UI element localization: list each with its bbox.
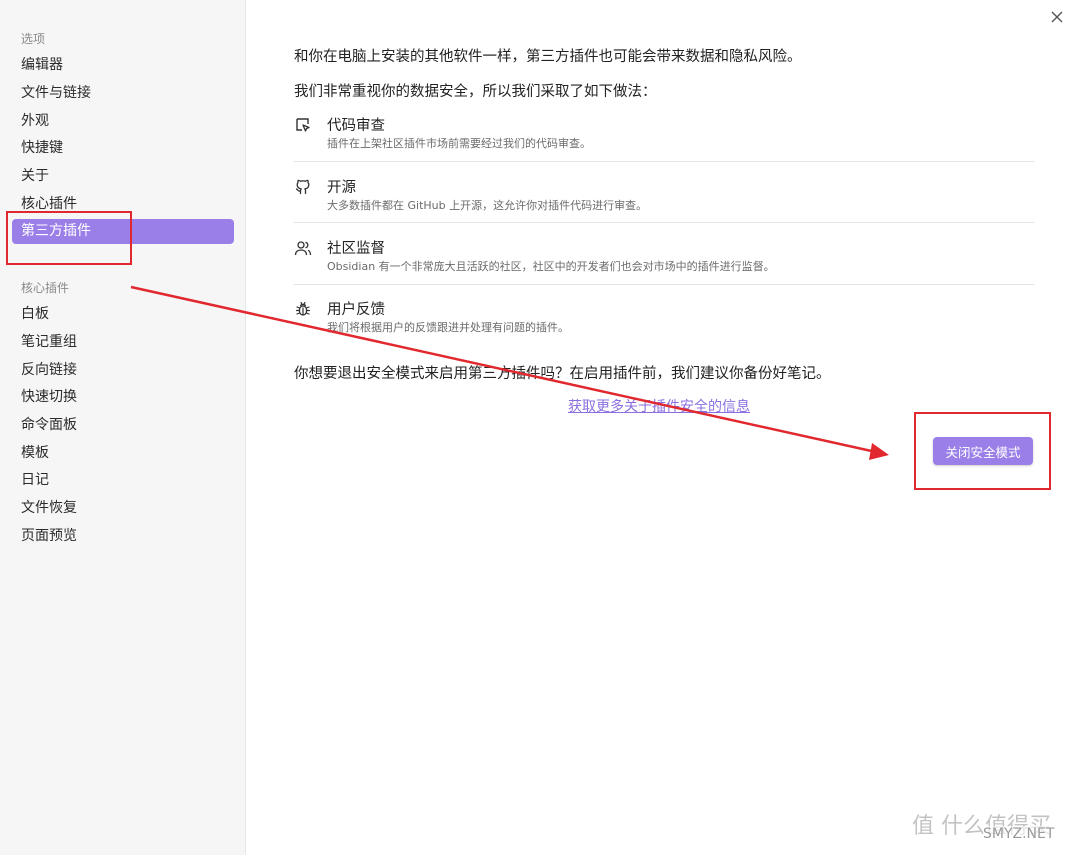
sidebar-item-appearance[interactable]: 外观 [12,109,234,134]
settings-sidebar: 选项 编辑器 文件与链接 外观 快捷键 关于 核心插件 第三方插件 核心插件 白… [0,0,246,855]
core-plugins-heading: 核心插件 [21,281,70,295]
plugin-security-link[interactable]: 获取更多关于插件安全的信息 [568,396,750,416]
close-button[interactable] [1046,6,1068,28]
feature-title: 代码审查 [327,118,385,134]
feature-title: 用户反馈 [327,302,385,318]
annotation-highlight-button [914,412,1051,490]
feature-description: 我们将根据用户的反馈跟进并处理有问题的插件。 [327,321,569,334]
intro-text-measures: 我们非常重视你的数据安全，所以我们采取了如下做法： [294,84,657,100]
sidebar-item-quick-switcher[interactable]: 快速切换 [12,385,234,410]
users-icon [294,241,312,256]
options-heading: 选项 [21,32,46,46]
enable-question-text: 你想要退出安全模式来启用第三方插件吗？在启用插件前，我们建议你备份好笔记。 [294,366,831,382]
sidebar-item-canvas[interactable]: 白板 [12,302,234,327]
divider [294,284,1034,285]
github-icon [295,179,310,195]
close-icon [1051,11,1063,23]
sidebar-item-templates[interactable]: 模板 [12,441,234,466]
code-review-icon [296,118,310,132]
sidebar-item-file-recovery[interactable]: 文件恢复 [12,496,234,521]
sidebar-item-hotkeys[interactable]: 快捷键 [12,136,234,161]
sidebar-item-daily-notes[interactable]: 日记 [12,468,234,493]
sidebar-item-files-links[interactable]: 文件与链接 [12,81,234,106]
feature-title: 社区监督 [327,241,385,257]
sidebar-item-page-preview[interactable]: 页面预览 [12,524,234,549]
feature-description: Obsidian 有一个非常庞大且活跃的社区，社区中的开发者们也会对市场中的插件… [327,260,775,273]
sidebar-item-note-composer[interactable]: 笔记重组 [12,330,234,355]
bug-icon [295,301,311,316]
divider [294,161,1034,162]
annotation-highlight-sidebar [6,211,132,265]
feature-description: 插件在上架社区插件市场前需要经过我们的代码审查。 [327,137,591,150]
divider [294,222,1034,223]
feature-title: 开源 [327,180,356,196]
sidebar-item-command-palette[interactable]: 命令面板 [12,413,234,438]
sidebar-item-backlinks[interactable]: 反向链接 [12,358,234,383]
sidebar-item-editor[interactable]: 编辑器 [12,53,234,78]
intro-text-risk: 和你在电脑上安装的其他软件一样，第三方插件也可能会带来数据和隐私风险。 [294,49,802,65]
feature-description: 大多数插件都在 GitHub 上开源，这允许你对插件代码进行审查。 [327,199,648,212]
sidebar-item-about[interactable]: 关于 [12,164,234,189]
watermark-site: SMYZ.NET [983,826,1055,842]
